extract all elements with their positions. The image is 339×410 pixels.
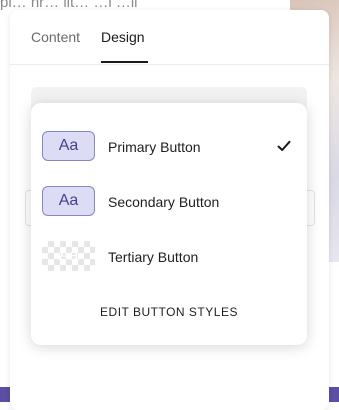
option-primary-button[interactable]: Aa Primary Button: [31, 127, 307, 167]
panel-tabs: Content Design: [10, 10, 329, 65]
option-label: Primary Button: [108, 139, 201, 155]
option-label: Tertiary Button: [108, 249, 199, 265]
active-tab-indicator: [101, 61, 148, 63]
option-tertiary-button[interactable]: Aa Tertiary Button: [31, 237, 307, 277]
swatch-text: Aa: [58, 247, 79, 264]
secondary-button-swatch: Aa: [42, 186, 95, 216]
swatch-text: Aa: [58, 137, 79, 154]
tab-content[interactable]: Content: [31, 29, 80, 45]
primary-button-swatch: Aa: [42, 131, 95, 161]
button-style-dropdown: Aa Primary Button Aa Secondary Button Aa…: [31, 103, 307, 345]
checkmark-icon: [277, 140, 291, 151]
tab-design[interactable]: Design: [101, 29, 145, 45]
option-secondary-button[interactable]: Aa Secondary Button: [31, 182, 307, 222]
swatch-text: Aa: [58, 192, 79, 209]
tertiary-button-swatch: Aa: [42, 241, 95, 271]
edit-button-styles-link[interactable]: EDIT BUTTON STYLES: [31, 305, 307, 319]
option-label: Secondary Button: [108, 194, 220, 210]
